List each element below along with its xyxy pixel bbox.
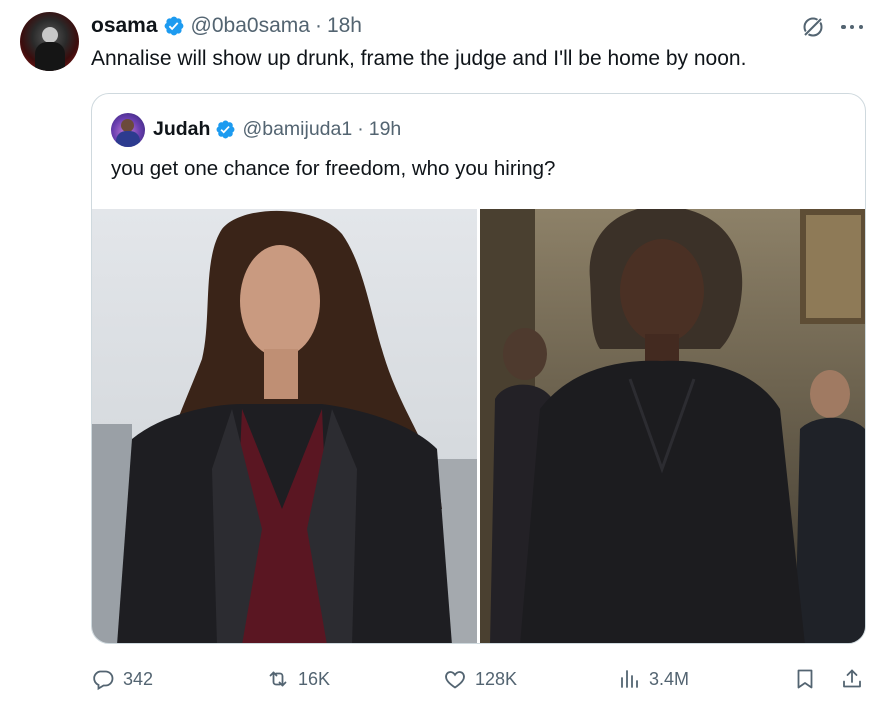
- tweet-text: Annalise will show up drunk, frame the j…: [91, 47, 747, 70]
- views-button[interactable]: 3.4M: [617, 664, 689, 694]
- quoted-tweet-time[interactable]: 19h: [369, 118, 402, 141]
- author-avatar[interactable]: [20, 12, 79, 71]
- tweet-time[interactable]: 18h: [327, 14, 362, 38]
- author-handle[interactable]: @0ba0sama: [191, 14, 310, 38]
- tweet-header: osama @0ba0sama · 18h: [91, 12, 362, 40]
- like-button[interactable]: 128K: [443, 664, 517, 694]
- bookmark-icon[interactable]: [793, 667, 817, 691]
- quoted-tweet-text: you get one chance for freedom, who you …: [111, 157, 556, 180]
- verified-badge-icon: [215, 119, 236, 140]
- separator-dot: ·: [357, 117, 364, 140]
- more-options-icon[interactable]: [838, 15, 866, 39]
- verified-badge-icon: [163, 15, 185, 37]
- repost-count: 16K: [298, 668, 331, 689]
- quoted-tweet-header: Judah @bamijuda1 · 19h: [153, 116, 401, 142]
- author-name[interactable]: osama: [91, 14, 158, 38]
- quoted-author-avatar[interactable]: [111, 113, 145, 147]
- quoted-author-handle[interactable]: @bamijuda1: [242, 118, 352, 141]
- photo-woman-long-hair-burgundy-blouse[interactable]: [92, 209, 477, 643]
- reply-button[interactable]: 342: [91, 664, 153, 694]
- grok-icon[interactable]: [801, 15, 825, 39]
- views-count: 3.4M: [649, 668, 690, 689]
- views-icon: [621, 670, 638, 688]
- reply-count: 342: [123, 668, 154, 689]
- separator-dot: ·: [314, 14, 322, 37]
- like-count: 128K: [475, 668, 518, 689]
- photo-woman-black-dress-courtroom[interactable]: [480, 209, 865, 643]
- reply-icon: [93, 670, 114, 691]
- share-icon[interactable]: [840, 667, 864, 691]
- quoted-tweet-card[interactable]: Judah @bamijuda1 · 19h you get one chanc…: [91, 93, 866, 644]
- repost-button[interactable]: 16K: [266, 664, 330, 694]
- quoted-author-name[interactable]: Judah: [153, 118, 210, 141]
- tweet-actions-bar: 342 16K 128K 3.4M: [0, 664, 886, 694]
- repost-icon: [269, 671, 287, 687]
- heart-icon: [445, 671, 465, 689]
